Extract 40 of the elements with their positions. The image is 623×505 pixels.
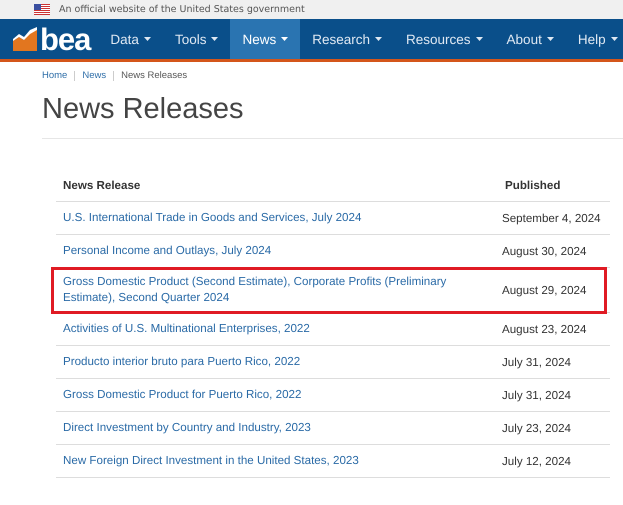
published-date: July 31, 2024: [501, 356, 572, 369]
published-date: July 12, 2024: [501, 454, 572, 468]
release-link[interactable]: Gross Domestic Product for Puerto Rico, 2022: [56, 381, 498, 410]
breadcrumb-link[interactable]: News: [82, 70, 106, 81]
caret-icon: [144, 37, 151, 41]
published-date: July 31, 2024: [501, 388, 572, 402]
nav-tab[interactable]: News: [230, 19, 300, 59]
nav-tab[interactable]: Help: [566, 19, 623, 59]
nav-tab[interactable]: About: [494, 19, 566, 59]
nav-tab[interactable]: Resources: [394, 19, 495, 59]
release-link[interactable]: Activities of U.S. Multinational Enterprises, 2022: [56, 315, 498, 344]
caret-icon: [546, 37, 554, 41]
release-link[interactable]: Personal Income and Outlays, July 2024: [56, 236, 498, 266]
published-date: August 23, 2024: [501, 322, 588, 336]
column-header: News Release: [62, 178, 142, 194]
nav-tab[interactable]: Tools: [162, 19, 230, 59]
flag-icon: [34, 4, 50, 15]
nav-tab[interactable]: Data: [98, 19, 163, 59]
chart-logo-icon: [12, 27, 38, 51]
caret-icon: [610, 37, 618, 41]
published-date: July 23, 2024: [501, 422, 572, 435]
column-header: Published: [504, 178, 562, 194]
caret-icon: [211, 37, 218, 41]
caret-icon: [281, 37, 288, 41]
published-date: August 29, 2024: [501, 284, 588, 297]
page-title: News Releases: [42, 93, 623, 139]
logo-text[interactable]: bea: [40, 24, 90, 54]
breadcrumb-current: News Releases: [121, 70, 188, 81]
release-link[interactable]: U.S. International Trade in Goods and Services, July 2024: [56, 204, 498, 232]
gov-banner-text: An official website of the United States government: [59, 4, 305, 15]
release-link[interactable]: Direct Investment by Country and Industry, 2023: [56, 414, 498, 443]
breadcrumb-link[interactable]: Home: [42, 70, 68, 81]
caret-icon: [476, 37, 483, 41]
release-link[interactable]: New Foreign Direct Investment in the United States, 2023: [56, 447, 498, 476]
release-link[interactable]: Producto interior bruto para Puerto Rico, 2022: [56, 348, 498, 377]
published-date: September 4, 2024: [501, 212, 602, 224]
nav-tab[interactable]: Research: [300, 19, 394, 59]
release-link[interactable]: Gross Domestic Product (Second Estimate), Corporate Profits (Preliminary Estimate), Second Quarter 2024: [56, 268, 498, 312]
caret-icon: [375, 37, 382, 41]
published-date: August 30, 2024: [501, 244, 588, 258]
